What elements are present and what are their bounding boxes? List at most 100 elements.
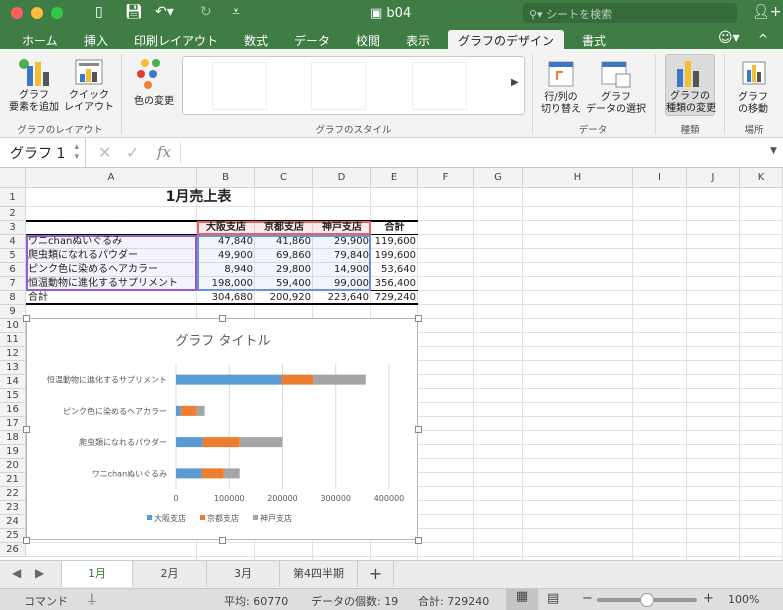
name-box[interactable]: グラフ 1 ▴ ▾ <box>0 138 86 167</box>
total-cell[interactable]: 223,640 <box>313 291 371 305</box>
row-header-12[interactable]: 12 <box>0 347 26 361</box>
sheet-tab-1[interactable]: 1月 <box>61 561 133 587</box>
value-cell[interactable]: 49,900 <box>197 249 255 263</box>
row-header-19[interactable]: 19 <box>0 445 26 459</box>
column-header-K[interactable]: K <box>740 168 783 188</box>
column-header-F[interactable]: F <box>418 168 474 188</box>
zoom-slider[interactable] <box>597 593 697 607</box>
sheet-tab-2[interactable]: 2月 <box>133 561 207 587</box>
smiley-feedback-icon[interactable]: ☺▾ <box>718 28 740 47</box>
share-user-icon[interactable]: 👤︎+ <box>752 4 782 20</box>
tab-insert[interactable]: 挿入 <box>84 30 108 49</box>
column-header-H[interactable]: H <box>523 168 633 188</box>
undo-icon[interactable]: ↶▾ <box>155 4 174 20</box>
column-header-D[interactable]: D <box>313 168 371 188</box>
row-header-1[interactable]: 1 <box>0 188 26 207</box>
chart-resize-handle[interactable] <box>23 537 30 544</box>
row-header-18[interactable]: 18 <box>0 431 26 445</box>
total-cell[interactable]: 304,680 <box>197 291 255 305</box>
zoom-window-button[interactable] <box>51 7 63 19</box>
row-header-4[interactable]: 4 <box>0 235 26 249</box>
column-header-B[interactable]: B <box>197 168 255 188</box>
sheet-title-cell[interactable]: 1月売上表 <box>26 188 371 207</box>
bar-神戸支店[interactable] <box>239 437 283 448</box>
row-header-26[interactable]: 26 <box>0 543 26 557</box>
product-name-cell[interactable]: 爬虫類になれるパウダー <box>26 249 197 263</box>
product-name-cell[interactable]: 恒温動物に進化するサプリメント <box>26 277 197 291</box>
scroll-sheets-right-icon[interactable]: ▶ <box>35 566 44 580</box>
value-cell[interactable]: 99,000 <box>313 277 371 291</box>
name-box-stepper-icon[interactable]: ▴ ▾ <box>74 142 79 162</box>
row-header-6[interactable]: 6 <box>0 263 26 277</box>
add-chart-element-button[interactable]: グラフ 要素を追加 <box>8 58 60 114</box>
tab-chart-design[interactable]: グラフのデザイン <box>448 30 565 49</box>
value-cell[interactable]: 29,800 <box>255 263 313 277</box>
value-cell[interactable]: 29,900 <box>313 235 371 249</box>
row-header-23[interactable]: 23 <box>0 501 26 515</box>
chart-style-1[interactable] <box>212 62 267 110</box>
chart-resize-handle[interactable] <box>415 315 422 322</box>
row-header-16[interactable]: 16 <box>0 403 26 417</box>
legend-entry[interactable]: 神戸支店 <box>260 513 292 523</box>
chart[interactable]: グラフ タイトル 0 100000 200000 300000 400000 ワニchan… <box>23 315 422 544</box>
chart-resize-handle[interactable] <box>415 537 422 544</box>
collapse-ribbon-icon[interactable]: ^ <box>758 30 768 49</box>
sheet-tab-3[interactable]: 3月 <box>207 561 280 587</box>
row-header-5[interactable]: 5 <box>0 249 26 263</box>
row-header-24[interactable]: 24 <box>0 515 26 529</box>
row-header-13[interactable]: 13 <box>0 361 26 375</box>
value-cell[interactable]: 199,600 <box>371 249 418 263</box>
row-header-3[interactable]: 3 <box>0 221 26 235</box>
product-name-cell[interactable]: ワニchanぬいぐるみ <box>26 235 197 249</box>
move-chart-button[interactable]: グラフ の移動 <box>730 60 776 116</box>
scroll-sheets-left-icon[interactable]: ◀ <box>12 566 21 580</box>
bar-神戸支店[interactable] <box>223 468 240 479</box>
enter-check-icon[interactable]: ✓ <box>126 143 139 162</box>
chart-style-3[interactable] <box>412 62 467 110</box>
search-input[interactable]: ⚲▾ シートを検索 <box>523 3 737 23</box>
row-header-14[interactable]: 14 <box>0 375 26 389</box>
formula-input[interactable] <box>180 143 760 163</box>
total-cell[interactable]: 200,920 <box>255 291 313 305</box>
bar-大阪支店[interactable] <box>176 405 181 416</box>
column-header-cell[interactable]: 大阪支店 <box>197 221 255 235</box>
tab-format[interactable]: 書式 <box>582 30 606 49</box>
column-header-C[interactable]: C <box>255 168 313 188</box>
chart-resize-handle[interactable] <box>219 537 226 544</box>
value-cell[interactable]: 47,840 <box>197 235 255 249</box>
tab-page-layout[interactable]: 印刷レイアウト <box>134 30 218 49</box>
row-header-21[interactable]: 21 <box>0 473 26 487</box>
column-header-A[interactable]: A <box>26 168 197 188</box>
chart-resize-handle[interactable] <box>23 426 30 433</box>
redo-icon[interactable]: ↻ <box>200 4 212 20</box>
customize-toolbar-icon[interactable]: ⩡ <box>232 4 240 20</box>
insert-function-icon[interactable]: fx <box>157 143 171 161</box>
bar-大阪支店[interactable] <box>176 437 203 448</box>
value-cell[interactable]: 53,640 <box>371 263 418 277</box>
column-header-G[interactable]: G <box>474 168 523 188</box>
bar-神戸支店[interactable] <box>313 374 366 385</box>
select-data-button[interactable]: グラフ データの選択 <box>586 60 646 116</box>
gallery-next-arrow-icon[interactable]: ▶ <box>511 77 519 88</box>
chart-style-2[interactable] <box>311 62 366 110</box>
value-cell[interactable]: 41,860 <box>255 235 313 249</box>
change-chart-type-button[interactable]: グラフの 種類の変更 <box>665 54 716 116</box>
tab-review[interactable]: 校閲 <box>356 30 380 49</box>
value-cell[interactable]: 119,600 <box>371 235 418 249</box>
column-header-J[interactable]: J <box>687 168 740 188</box>
chart-resize-handle[interactable] <box>23 315 30 322</box>
value-cell[interactable]: 14,900 <box>313 263 371 277</box>
column-header-cell[interactable]: 京都支店 <box>255 221 313 235</box>
row-header-2[interactable]: 2 <box>0 207 26 221</box>
page-layout-view-icon[interactable]: ▤ <box>547 591 559 606</box>
change-colors-button[interactable]: 色の変更 <box>130 58 178 108</box>
switch-row-column-button[interactable]: 行/列の 切り替え <box>538 60 584 116</box>
value-cell[interactable]: 59,400 <box>255 277 313 291</box>
close-window-button[interactable] <box>11 7 23 19</box>
spreadsheet-grid[interactable]: A B C D E F G H I J K 1 2 3 4 5 6 7 8 9 10 11 12 13 14 15 16 17 18 19… <box>0 168 783 560</box>
minimize-window-button[interactable] <box>31 7 43 19</box>
select-all-corner[interactable] <box>0 168 26 188</box>
column-header-I[interactable]: I <box>633 168 687 188</box>
chart-resize-handle[interactable] <box>415 426 422 433</box>
sheet-tab-4[interactable]: 第4四半期 <box>280 561 358 587</box>
